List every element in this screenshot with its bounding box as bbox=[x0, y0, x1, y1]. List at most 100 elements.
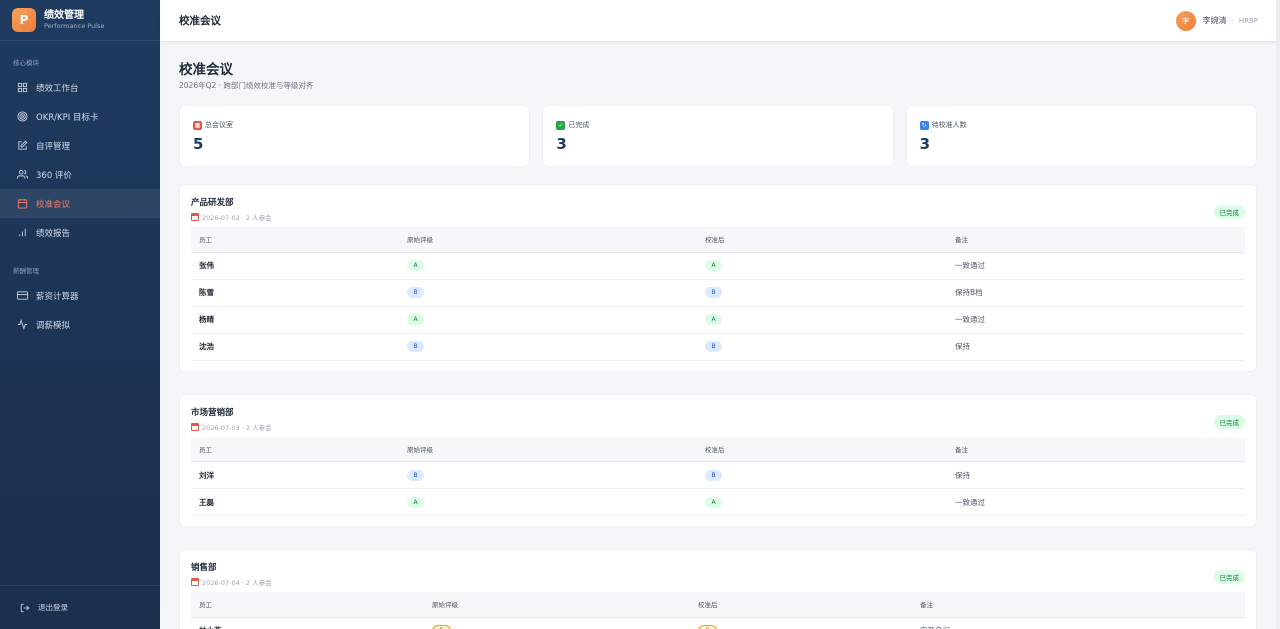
card-icon bbox=[16, 290, 28, 302]
note-cell: 一致通过 bbox=[947, 252, 1245, 280]
stat-value: 3 bbox=[919, 135, 931, 153]
sidebar-item-self-review[interactable]: 自评管理 bbox=[0, 131, 160, 160]
original-cell: S bbox=[424, 617, 690, 629]
sidebar-item-label: OKR/KPI 目标卡 bbox=[36, 112, 99, 123]
stat-label: ▦ 总会议室 bbox=[193, 120, 516, 130]
table-row[interactable]: 刘洋 B B 保持 bbox=[191, 461, 1245, 489]
grade-badge: S bbox=[698, 624, 717, 629]
employee-name: 刘洋 bbox=[191, 461, 399, 489]
stat-label: ↻ 待校准人数 bbox=[919, 120, 1243, 130]
stat-value: 3 bbox=[556, 135, 567, 153]
meeting-card: 产品研发部 2026-07-02 · 2 人参会 已完成 员工 原始评级 校准后… bbox=[179, 184, 1257, 372]
calibration-table: 员工 原始评级 校准后 备注 林小燕 S S 实至名归 bbox=[191, 592, 1245, 629]
calibrated-cell: A bbox=[697, 488, 947, 516]
brand-title: 绩效管理 bbox=[44, 10, 84, 21]
grade-badge: A bbox=[407, 314, 424, 325]
target-icon bbox=[16, 111, 28, 123]
calendar-emoji-icon: ▦ bbox=[193, 120, 202, 130]
col-employee: 员工 bbox=[191, 436, 399, 462]
sidebar-item-label: 薪资计算器 bbox=[36, 291, 79, 302]
user-menu[interactable]: 李 李婉清 · HRBP bbox=[1175, 10, 1258, 31]
grid-icon bbox=[16, 82, 28, 94]
meeting-meta: 2026-07-04 · 2 人参会 bbox=[191, 577, 1245, 587]
calibration-table: 员工 原始评级 校准后 备注 张伟 A A 一致通过 陈雪 B B 保持B档 杨… bbox=[191, 227, 1245, 361]
user-name: 李婉清 bbox=[1202, 16, 1227, 25]
grade-badge: B bbox=[705, 341, 722, 352]
col-original: 原始评级 bbox=[399, 436, 697, 462]
brand-text: 绩效管理 Performance Pulse bbox=[44, 9, 104, 31]
sidebar-item-okr[interactable]: OKR/KPI 目标卡 bbox=[0, 102, 160, 131]
original-cell: A bbox=[399, 252, 697, 280]
sidebar-item-360[interactable]: 360 评价 bbox=[0, 160, 160, 189]
meeting-dept: 销售部 bbox=[191, 563, 217, 573]
employee-name: 张伟 bbox=[191, 252, 399, 280]
sidebar: P 绩效管理 Performance Pulse 核心模块 绩效工作台 OKR/… bbox=[0, 0, 160, 629]
meeting-dept: 产品研发部 bbox=[191, 198, 234, 208]
table-row[interactable]: 林小燕 S S 实至名归 bbox=[191, 617, 1245, 629]
refresh-emoji-icon: ↻ bbox=[919, 120, 929, 130]
header-title: 校准会议 bbox=[179, 15, 221, 27]
table-row[interactable]: 沈浩 B B 保持 bbox=[191, 333, 1245, 361]
col-employee: 员工 bbox=[191, 227, 399, 253]
logout-icon bbox=[20, 603, 30, 613]
nav-section-core: 核心模块 bbox=[13, 59, 39, 67]
grade-badge: A bbox=[705, 496, 722, 508]
employee-name: 林小燕 bbox=[191, 617, 424, 629]
note-cell: 保持 bbox=[947, 333, 1245, 361]
sidebar-item-workbench[interactable]: 绩效工作台 bbox=[0, 73, 160, 102]
table-row[interactable]: 陈雪 B B 保持B档 bbox=[191, 279, 1245, 307]
grade-badge: A bbox=[407, 260, 424, 271]
nav-section-compensation: 薪酬管理 bbox=[13, 267, 39, 275]
sidebar-item-salary-calculator[interactable]: 薪资计算器 bbox=[0, 281, 160, 310]
logout-button[interactable]: 退出登录 bbox=[0, 585, 160, 629]
table-row[interactable]: 王磊 A A 一致通过 bbox=[191, 488, 1245, 516]
table-header-row: 员工 原始评级 校准后 备注 bbox=[191, 436, 1245, 462]
sidebar-item-label: 调薪模拟 bbox=[36, 320, 71, 331]
sidebar-item-report[interactable]: 绩效报告 bbox=[0, 218, 160, 247]
sidebar-item-label: 绩效工作台 bbox=[36, 83, 79, 94]
bar-chart-icon bbox=[16, 227, 28, 239]
calibrated-cell: A bbox=[697, 306, 947, 334]
employee-name: 王磊 bbox=[191, 488, 399, 516]
grade-badge: A bbox=[705, 314, 722, 325]
note-cell: 实至名归 bbox=[912, 617, 1245, 629]
table-row[interactable]: 杨晴 A A 一致通过 bbox=[191, 306, 1245, 334]
col-note: 备注 bbox=[947, 436, 1245, 462]
original-cell: A bbox=[399, 488, 697, 516]
sidebar-item-label: 360 评价 bbox=[36, 170, 72, 181]
stats-row: ▦ 总会议室 5 ✓ 已完成 3 ↻ 待校准人数 3 bbox=[179, 105, 1257, 167]
original-cell: B bbox=[399, 333, 697, 361]
meeting-meta-text: 2026-07-04 · 2 人参会 bbox=[202, 579, 272, 587]
sidebar-item-raise-simulation[interactable]: 调薪模拟 bbox=[0, 310, 160, 339]
stat-label: ✓ 已完成 bbox=[556, 120, 879, 130]
calendar-small-icon bbox=[191, 213, 199, 221]
employee-name: 沈浩 bbox=[191, 333, 399, 361]
sidebar-item-label: 绩效报告 bbox=[36, 228, 71, 239]
brand[interactable]: P 绩效管理 Performance Pulse bbox=[0, 0, 160, 41]
main-content: 校准会议 2026年Q2 · 跨部门绩效校准与等级对齐 ▦ 总会议室 5 ✓ 已… bbox=[179, 58, 1257, 629]
table-row[interactable]: 张伟 A A 一致通过 bbox=[191, 252, 1245, 280]
stat-label-text: 已完成 bbox=[568, 121, 590, 129]
employee-name: 杨晴 bbox=[191, 306, 399, 334]
meeting-meta-text: 2026-07-02 · 2 人参会 bbox=[202, 214, 272, 222]
meeting-meta-text: 2026-07-03 · 2 人参会 bbox=[202, 423, 272, 432]
grade-badge: B bbox=[407, 341, 424, 352]
sidebar-item-label: 自评管理 bbox=[36, 141, 71, 152]
note-cell: 保持B档 bbox=[947, 279, 1245, 307]
sidebar-item-label: 校准会议 bbox=[36, 199, 71, 210]
page-scrollbar[interactable] bbox=[1276, 0, 1280, 629]
calendar-small-icon bbox=[191, 422, 199, 431]
grade-badge: A bbox=[407, 496, 424, 508]
col-original: 原始评级 bbox=[399, 227, 697, 253]
original-cell: A bbox=[399, 306, 697, 334]
meeting-meta: 2026-07-03 · 2 人参会 bbox=[191, 422, 1245, 432]
col-employee: 员工 bbox=[191, 592, 424, 618]
stat-value: 5 bbox=[193, 135, 204, 153]
stat-label-text: 待校准人数 bbox=[931, 121, 967, 129]
sidebar-item-calibration[interactable]: 校准会议 bbox=[0, 189, 160, 218]
calendar-small-icon bbox=[191, 578, 199, 586]
grade-badge: B bbox=[407, 287, 424, 298]
stat-card-total-meetings: ▦ 总会议室 5 bbox=[179, 105, 531, 167]
col-calibrated: 校准后 bbox=[690, 592, 912, 618]
table-header-row: 员工 原始评级 校准后 备注 bbox=[191, 227, 1245, 253]
